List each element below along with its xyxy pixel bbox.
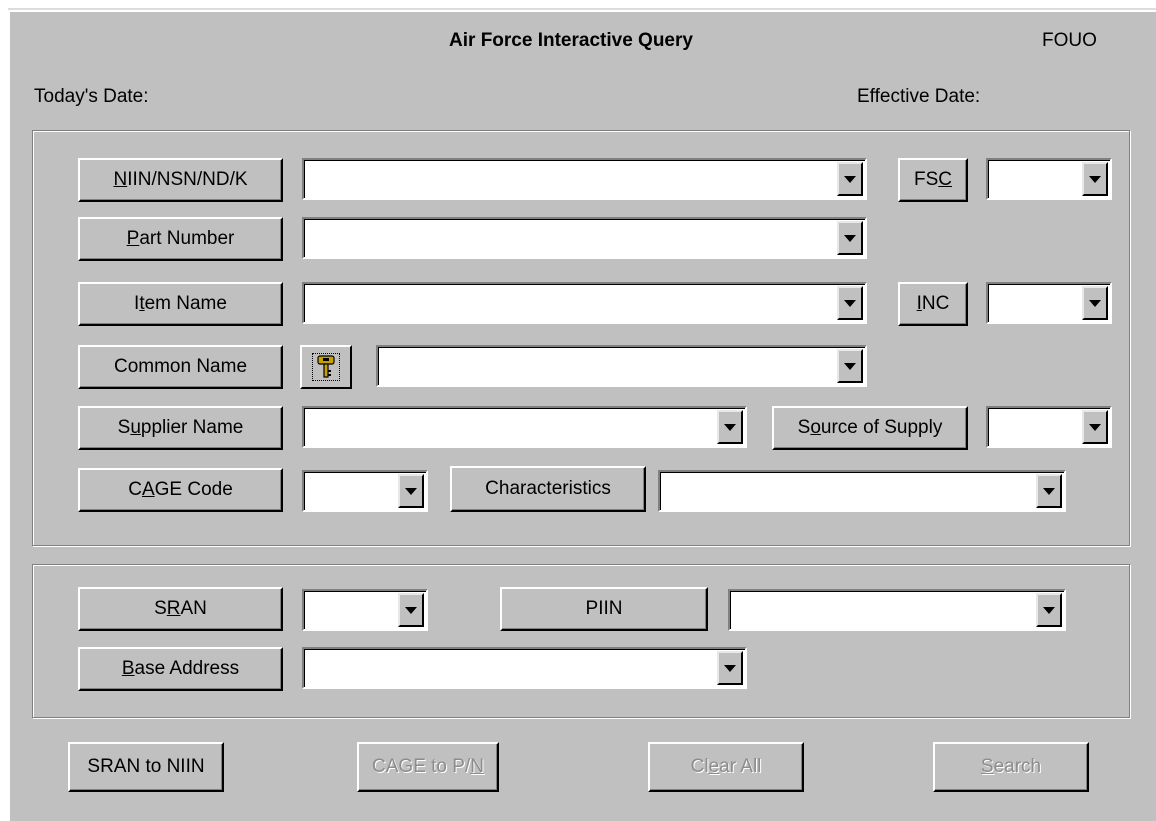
supplier-name-combo[interactable] (302, 406, 747, 448)
source-of-supply-label-before: S (797, 417, 811, 438)
base-address-label-rest: ase Address (134, 658, 240, 679)
cage-to-pn-label-before: CAGE to P/ (372, 756, 471, 777)
sran-mnemonic: R (166, 598, 181, 619)
classification-label: FOUO (1042, 30, 1097, 51)
sran-label-before: S (154, 598, 167, 619)
clear-all-label-before: Cl (690, 756, 709, 777)
supplier-name-label-after: pplier Name (140, 417, 244, 438)
source-of-supply-label-after: urce of Supply (820, 417, 943, 438)
clear-all-button[interactable]: Cl e ar All (648, 742, 804, 792)
supplier-name-button[interactable]: Su pplier Name (78, 406, 283, 450)
fsc-combo[interactable] (986, 158, 1112, 200)
cage-code-combo[interactable] (302, 470, 428, 512)
todays-date-label: Today's Date: (34, 86, 149, 107)
chevron-down-icon[interactable] (1082, 286, 1108, 320)
key-button[interactable] (300, 345, 352, 389)
supplier-name-label-before: S (117, 417, 131, 438)
inc-label-rest: NC (921, 293, 950, 314)
sran-button[interactable]: S R AN (78, 587, 283, 631)
sran-label-after: AN (180, 598, 207, 619)
niin-label-rest: IIN/NSN/ND/K (127, 169, 248, 190)
base-address-combo[interactable] (302, 647, 747, 689)
piin-combo[interactable] (728, 589, 1066, 631)
sran-to-niin-button[interactable]: SRAN to NIIN (68, 742, 224, 792)
cage-code-label-after: GE Code (154, 479, 233, 500)
characteristics-button[interactable]: Characteristics (450, 466, 646, 512)
item-name-button[interactable]: It em Name (78, 282, 283, 326)
source-of-supply-button[interactable]: So urce of Supply (772, 406, 968, 450)
niin-mnemonic: N (113, 169, 128, 190)
chevron-down-icon[interactable] (398, 474, 424, 508)
search-mnemonic: S (980, 756, 994, 777)
inc-button[interactable]: I NC (898, 282, 968, 326)
cage-code-label-before: C (128, 479, 142, 500)
item-name-combo[interactable] (302, 282, 867, 324)
fsc-mnemonic: C (938, 169, 952, 190)
chevron-down-icon[interactable] (1036, 474, 1062, 508)
inc-combo[interactable] (986, 282, 1112, 324)
key-icon (312, 353, 340, 381)
common-name-button[interactable]: Common Name (78, 345, 283, 389)
chevron-down-icon[interactable] (398, 593, 424, 627)
search-label-rest: earch (993, 756, 1042, 777)
piin-button[interactable]: PIIN (500, 587, 708, 631)
base-address-mnemonic: B (121, 658, 135, 679)
sran-combo[interactable] (302, 589, 428, 631)
chevron-down-icon[interactable] (837, 221, 863, 255)
part-number-combo[interactable] (302, 217, 867, 259)
fsc-button[interactable]: FS C (898, 158, 968, 202)
niin-nsn-button[interactable]: N IIN/NSN/ND/K (78, 158, 283, 202)
window-title: Air Force Interactive Query (449, 30, 693, 51)
search-button[interactable]: Search (933, 742, 1089, 792)
cage-code-button[interactable]: C A GE Code (78, 468, 283, 512)
common-name-combo[interactable] (376, 345, 867, 387)
fsc-label-before: FS (913, 169, 939, 190)
chevron-down-icon[interactable] (1082, 410, 1108, 444)
part-number-button[interactable]: Part Number (78, 217, 283, 261)
cage-to-pn-mnemonic: N (470, 756, 484, 777)
effective-date-label: Effective Date: (857, 86, 981, 107)
part-number-label-rest: art Number (139, 228, 235, 249)
cage-to-pn-button[interactable]: CAGE to P/N (357, 742, 499, 792)
characteristics-combo[interactable] (658, 470, 1066, 512)
chevron-down-icon[interactable] (837, 349, 863, 383)
chevron-down-icon[interactable] (717, 651, 743, 685)
part-number-mnemonic: P (126, 228, 140, 249)
chevron-down-icon[interactable] (837, 286, 863, 320)
chevron-down-icon[interactable] (717, 410, 743, 444)
cage-code-mnemonic: A (141, 479, 155, 500)
supplier-name-mnemonic: u (130, 417, 141, 438)
clear-all-mnemonic: e (708, 756, 720, 777)
chevron-down-icon[interactable] (837, 162, 863, 196)
chevron-down-icon[interactable] (1036, 593, 1062, 627)
niin-combo[interactable] (302, 158, 867, 200)
item-name-label-after: em Name (144, 293, 227, 314)
clear-all-label-after: ar All (719, 756, 762, 777)
base-address-button[interactable]: Base Address (78, 647, 283, 691)
source-of-supply-combo[interactable] (986, 406, 1112, 448)
chevron-down-icon[interactable] (1082, 162, 1108, 196)
source-of-supply-mnemonic: o (810, 417, 821, 438)
